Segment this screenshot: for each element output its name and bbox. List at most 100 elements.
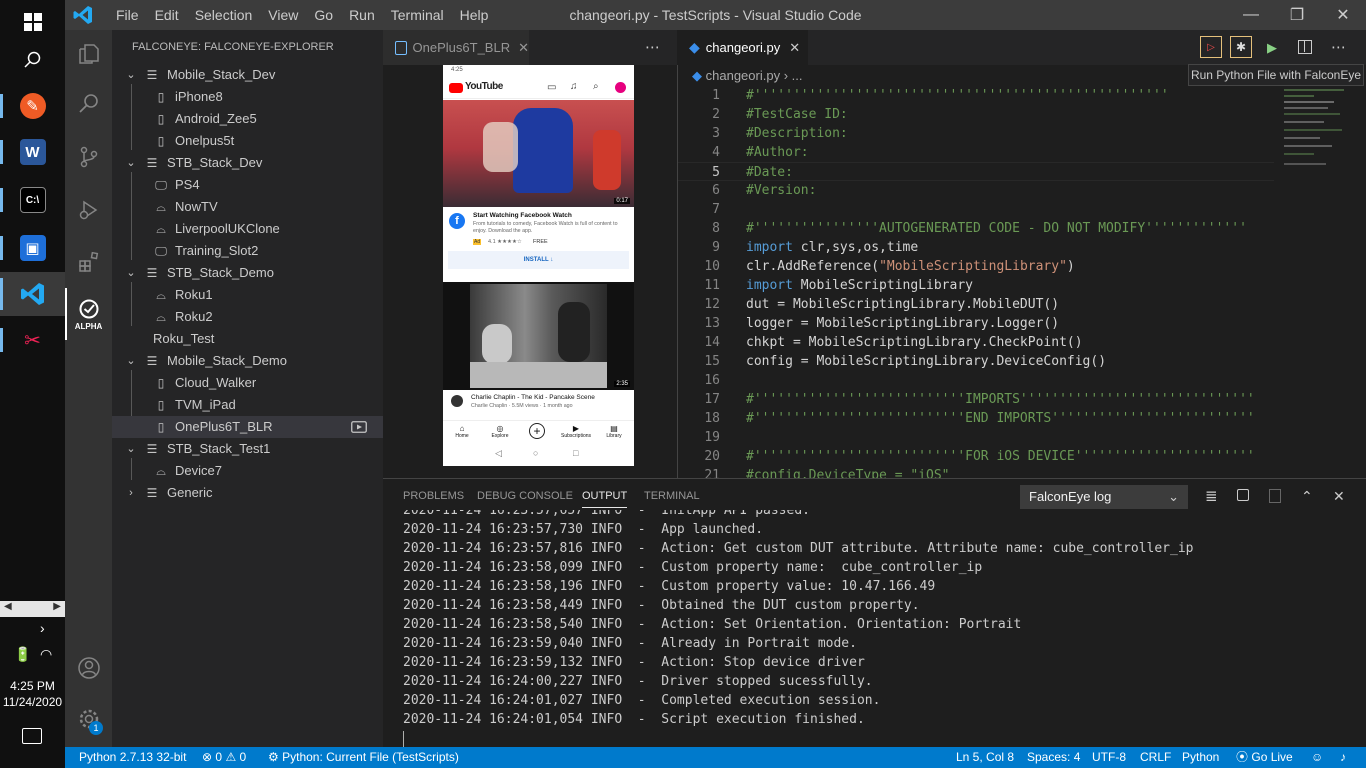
taskbar-app-cmd[interactable]: C:\ bbox=[0, 178, 65, 222]
explorer-activity[interactable] bbox=[65, 30, 112, 78]
menu-file[interactable]: File bbox=[108, 0, 147, 30]
menu-go[interactable]: Go bbox=[306, 0, 341, 30]
run-with-falconeye-button[interactable]: ✱ bbox=[1230, 36, 1252, 58]
tree-item-iphone8[interactable]: ▯ iPhone8 bbox=[112, 86, 383, 108]
wifi-icon[interactable]: ◠ bbox=[40, 646, 52, 663]
close-panel-icon[interactable]: ✕ bbox=[1333, 479, 1345, 514]
taskbar-app-word[interactable]: W bbox=[0, 130, 65, 174]
open-log-icon[interactable] bbox=[1269, 489, 1281, 503]
avatar[interactable] bbox=[615, 82, 626, 93]
phone-screen-mirror[interactable]: 4:25 YouTube ▭ ♫ ⌕ 0:17 f Start Watching… bbox=[443, 65, 634, 466]
code-line[interactable]: 6 #Version: bbox=[678, 181, 1274, 200]
split-editor-icon[interactable] bbox=[1298, 40, 1312, 54]
lock-scroll-icon[interactable] bbox=[1237, 489, 1249, 501]
feedback-icon[interactable]: ☺ bbox=[1311, 747, 1323, 768]
code-line[interactable]: 15 config = MobileScriptingLibrary.Device… bbox=[678, 352, 1274, 371]
code-line[interactable]: 5 #Date: bbox=[678, 162, 1274, 181]
panel-tab-terminal[interactable]: TERMINAL bbox=[644, 479, 700, 514]
home-circle-icon[interactable]: ○ bbox=[533, 448, 538, 458]
code-line[interactable]: 12 dut = MobileScriptingLibrary.MobileDUT… bbox=[678, 295, 1274, 314]
code-editor[interactable]: ◆ changeori.py › ... 1 #'''''''''''''''''… bbox=[677, 65, 1366, 478]
back-icon[interactable]: ◁ bbox=[495, 448, 502, 459]
tree-item-training-slot2[interactable]: 🖵 Training_Slot2 bbox=[112, 240, 383, 262]
nav-explore[interactable]: ◎ Explore bbox=[489, 424, 511, 439]
menu-edit[interactable]: Edit bbox=[147, 0, 187, 30]
tab-oneplus6t-blr[interactable]: OnePlus6T_BLR ✕ bbox=[383, 30, 529, 65]
code-line[interactable]: 3 #Description: bbox=[678, 124, 1274, 143]
scroll-right-icon[interactable]: ▶ bbox=[53, 601, 61, 612]
more-actions-icon[interactable]: ⋯ bbox=[1331, 30, 1346, 65]
manage-activity[interactable]: 1 bbox=[65, 695, 112, 743]
taskbar-app-postman[interactable]: ✎ bbox=[0, 84, 65, 128]
panel-tab-problems[interactable]: PROBLEMS bbox=[403, 479, 464, 514]
problems-indicator[interactable]: ⊗ 0 ⚠ 0 bbox=[202, 747, 246, 768]
tree-item-onelpus5t[interactable]: ▯ Onelpus5t bbox=[112, 130, 383, 152]
output-channel-select[interactable]: FalconEye log ⌄ bbox=[1020, 485, 1188, 509]
tree-item-android-zee5[interactable]: ▯ Android_Zee5 bbox=[112, 108, 383, 130]
nav-subscriptions[interactable]: ▶ Subscriptions bbox=[559, 424, 593, 439]
taskbar-app-vscode[interactable] bbox=[0, 272, 65, 316]
install-button[interactable]: INSTALL ↓ bbox=[448, 251, 629, 269]
tree-group-stb-stack-demo[interactable]: ⌄ ☰ STB_Stack_Demo bbox=[112, 262, 383, 284]
language-mode[interactable]: Python bbox=[1182, 747, 1219, 768]
code-line[interactable]: 8 #''''''''''''''''AUTOGENERATED CODE - D… bbox=[678, 219, 1274, 238]
minimap[interactable] bbox=[1278, 87, 1350, 187]
run-python-icon[interactable]: ▶ bbox=[1267, 30, 1277, 65]
cast-icon[interactable]: ▭ bbox=[547, 82, 556, 93]
code-line[interactable]: 17 #'''''''''''''''''''''''''''IMPORTS'''… bbox=[678, 390, 1274, 409]
recents-icon[interactable]: □ bbox=[573, 448, 578, 458]
more-actions-icon[interactable]: ⋯ bbox=[645, 30, 660, 65]
panel-tab-output[interactable]: OUTPUT bbox=[582, 479, 628, 514]
tree-item-device7[interactable]: ⌓ Device7 bbox=[112, 460, 383, 482]
breadcrumb-symbol[interactable]: ... bbox=[792, 68, 803, 83]
panel-tab-debug-console[interactable]: DEBUG CONSOLE bbox=[477, 479, 573, 514]
nav-library[interactable]: ▤ Library bbox=[603, 424, 625, 439]
python-interpreter[interactable]: Python 2.7.13 32-bit bbox=[79, 747, 186, 768]
encoding[interactable]: UTF-8 bbox=[1092, 747, 1126, 768]
tree-item-oneplus6t-blr[interactable]: ▯ OnePlus6T_BLR bbox=[112, 416, 383, 438]
code-line[interactable]: 4 #Author: bbox=[678, 143, 1274, 162]
tree-item-nowtv[interactable]: ⌓ NowTV bbox=[112, 196, 383, 218]
video-thumbnail-chaplin[interactable]: 2:35 bbox=[443, 282, 634, 390]
code-line[interactable]: 11 import MobileScriptingLibrary bbox=[678, 276, 1274, 295]
tree-group-stb-stack-dev[interactable]: ⌄ ☰ STB_Stack_Dev bbox=[112, 152, 383, 174]
search-activity[interactable] bbox=[65, 80, 112, 128]
menu-view[interactable]: View bbox=[260, 0, 306, 30]
falconeye-activity[interactable]: ALPHA bbox=[65, 288, 112, 340]
tray-chevron-icon[interactable]: › bbox=[40, 620, 45, 636]
video-info[interactable]: Charlie Chaplin - The Kid - Pancake Scen… bbox=[443, 391, 634, 415]
source-control-activity[interactable] bbox=[65, 133, 112, 181]
clear-output-icon[interactable]: ≣ bbox=[1205, 479, 1218, 514]
code-lines[interactable]: 1 #''''''''''''''''''''''''''''''''''''''… bbox=[678, 86, 1274, 478]
code-line[interactable]: 2 #TestCase ID: bbox=[678, 105, 1274, 124]
tree-group-generic[interactable]: › ☰ Generic bbox=[112, 482, 383, 504]
taskbar-app-remote-desktop[interactable]: ▣ bbox=[0, 226, 65, 270]
tree-item-cloud-walker[interactable]: ▯ Cloud_Walker bbox=[112, 372, 383, 394]
cursor-position[interactable]: Ln 5, Col 8 bbox=[956, 747, 1014, 768]
notifications-bell-icon[interactable]: ♪ bbox=[1340, 747, 1346, 768]
code-line[interactable]: 10 clr.AddReference("MobileScriptingLibra… bbox=[678, 257, 1274, 276]
code-line[interactable]: 18 #'''''''''''''''''''''''''''END IMPORT… bbox=[678, 409, 1274, 428]
tree-group-stb-stack-test1[interactable]: ⌄ ☰ STB_Stack_Test1 bbox=[112, 438, 383, 460]
tree-item-liverpoolukclone[interactable]: ⌓ LiverpoolUKClone bbox=[112, 218, 383, 240]
restore-button[interactable]: ❐ bbox=[1274, 0, 1320, 30]
breadcrumb-file[interactable]: changeori.py bbox=[706, 68, 780, 83]
close-window-button[interactable]: ✕ bbox=[1320, 0, 1366, 30]
code-line[interactable]: 1 #''''''''''''''''''''''''''''''''''''''… bbox=[678, 86, 1274, 105]
end-of-line[interactable]: CRLF bbox=[1140, 747, 1171, 768]
tree-group-mobile-stack-demo[interactable]: ⌄ ☰ Mobile_Stack_Demo bbox=[112, 350, 383, 372]
tree-item-ps4[interactable]: 🖵 PS4 bbox=[112, 174, 383, 196]
search-icon[interactable]: ⌕ bbox=[593, 81, 599, 92]
tab-changeori-py[interactable]: ◆ changeori.py ✕ bbox=[677, 30, 808, 65]
ad-card[interactable]: f Start Watching Facebook Watch From tut… bbox=[443, 207, 634, 282]
code-line[interactable]: 19 bbox=[678, 428, 1274, 447]
menu-run[interactable]: Run bbox=[341, 0, 383, 30]
close-icon[interactable]: ✕ bbox=[789, 40, 800, 56]
code-line[interactable]: 14 chkpt = MobileScriptingLibrary.CheckPo… bbox=[678, 333, 1274, 352]
code-line[interactable]: 9 import clr,sys,os,time bbox=[678, 238, 1274, 257]
scroll-left-icon[interactable]: ◀ bbox=[4, 601, 12, 612]
code-line[interactable]: 20 #'''''''''''''''''''''''''''FOR iOS DE… bbox=[678, 447, 1274, 466]
code-line[interactable]: 21 #config.DeviceType = "iOS" bbox=[678, 466, 1274, 478]
menu-selection[interactable]: Selection bbox=[187, 0, 261, 30]
indentation[interactable]: Spaces: 4 bbox=[1027, 747, 1080, 768]
